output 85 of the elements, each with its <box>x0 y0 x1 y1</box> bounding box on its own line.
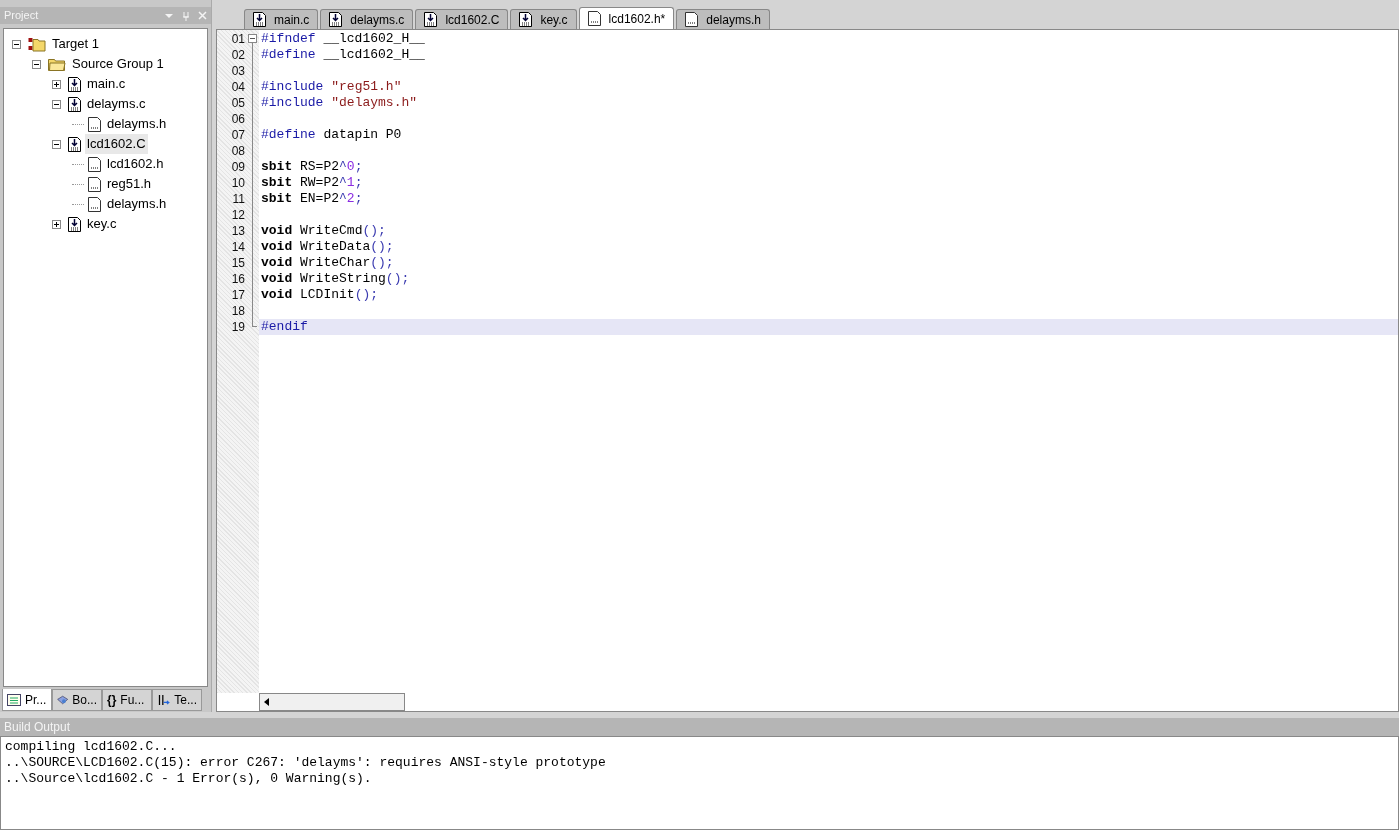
output-title: Build Output <box>4 719 71 736</box>
line-number: 01 <box>230 31 245 48</box>
line-number: 15 <box>230 255 245 272</box>
line-number: 08 <box>230 143 245 160</box>
line-number: 07 <box>230 127 245 144</box>
source-file-icon <box>68 96 81 112</box>
panel-tab[interactable]: Bo... <box>52 689 102 711</box>
collapse-icon[interactable] <box>52 99 61 109</box>
editor-tab[interactable]: lcd1602.h* <box>578 7 675 29</box>
code-line: #ifndef __lcd1602_H__ <box>260 31 426 47</box>
line-number: 19 <box>230 319 245 336</box>
code-line: void WriteString(); <box>260 271 411 287</box>
output-line: ..\SOURCE\LCD1602.C(15): error C267: 'delayms': requires ANSI-style prototype <box>5 755 607 771</box>
line-number: 16 <box>230 271 245 288</box>
collapse-icon[interactable] <box>52 139 61 149</box>
editor-tab[interactable]: delayms.c <box>320 9 414 29</box>
line-number: 10 <box>230 175 245 192</box>
source-file-icon <box>253 12 266 27</box>
source-file-icon <box>424 12 438 27</box>
line-number: 14 <box>230 239 245 256</box>
code-line: #include "delayms.h" <box>260 95 419 111</box>
code-line: #include "reg51.h" <box>260 79 403 95</box>
editor-tab[interactable]: lcd1602.C <box>415 9 509 29</box>
collapse-icon[interactable] <box>12 39 21 49</box>
code-line: #define __lcd1602_H__ <box>260 47 426 63</box>
source-file-icon <box>329 12 343 27</box>
braces-icon: {} <box>107 691 117 709</box>
line-number: 05 <box>230 95 245 112</box>
book-icon <box>57 693 69 707</box>
line-number: 12 <box>230 207 245 224</box>
collapse-icon[interactable] <box>32 59 41 69</box>
tree-item[interactable]: lcd1602.h <box>105 154 166 174</box>
folder-icon <box>48 57 66 71</box>
panel-tab[interactable]: Te... <box>152 689 202 711</box>
panel-title: Project <box>4 8 40 24</box>
source-file-icon <box>68 136 81 152</box>
editor-tab[interactable]: delayms.h <box>676 9 770 29</box>
code-line: #define datapin P0 <box>260 127 403 143</box>
line-number: 13 <box>230 223 245 240</box>
tree-item[interactable]: delayms.h <box>105 114 169 134</box>
code-line: sbit RS=P2^0; <box>260 159 364 175</box>
line-number: 02 <box>230 47 245 64</box>
horizontal-scrollbar[interactable] <box>259 693 405 711</box>
code-line: void WriteData(); <box>260 239 395 255</box>
editor-tab[interactable]: main.c <box>244 9 319 29</box>
editor-tab[interactable]: key.c <box>510 9 577 29</box>
code-line: void WriteChar(); <box>260 255 395 271</box>
tree-item[interactable]: lcd1602.C <box>85 134 148 154</box>
header-file-icon <box>88 196 101 212</box>
output-line: compiling lcd1602.C... <box>5 739 178 755</box>
header-file-icon <box>587 11 601 26</box>
expand-icon[interactable] <box>52 219 61 229</box>
line-number: 09 <box>230 159 245 176</box>
source-file-icon <box>68 216 81 232</box>
tree-item[interactable]: Target 1 <box>50 34 101 54</box>
expand-icon[interactable] <box>52 79 61 89</box>
line-number: 06 <box>230 111 245 128</box>
code-line: sbit EN=P2^2; <box>260 191 364 207</box>
line-number: 17 <box>230 287 245 304</box>
tree-item[interactable]: main.c <box>85 74 128 94</box>
source-file-icon <box>68 76 81 92</box>
panel-tab[interactable]: {} Fu... <box>102 689 152 711</box>
list-icon <box>7 693 21 706</box>
header-file-icon <box>88 156 101 172</box>
code-line: sbit RW=P2^1; <box>260 175 364 191</box>
tree-item[interactable]: delayms.h <box>105 194 169 214</box>
header-file-icon <box>685 12 699 27</box>
line-number: 11 <box>231 191 245 208</box>
header-file-icon <box>88 176 101 192</box>
fold-icon[interactable] <box>247 31 257 47</box>
template-icon <box>157 693 171 707</box>
code-line: void LCDInit(); <box>260 287 380 303</box>
tree-item[interactable]: key.c <box>85 214 119 234</box>
output-line: ..\Source\lcd1602.C - 1 Error(s), 0 Warning(s). <box>5 771 373 787</box>
panel-tab[interactable]: Pr... <box>2 689 52 711</box>
tree-item[interactable]: Source Group 1 <box>70 54 166 74</box>
source-file-icon <box>519 12 533 27</box>
target-icon <box>28 36 46 52</box>
tree-item[interactable]: delayms.c <box>85 94 148 114</box>
line-number: 03 <box>230 63 245 80</box>
code-line: void WriteCmd(); <box>260 223 387 239</box>
header-file-icon <box>88 116 101 132</box>
tree-item[interactable]: reg51.h <box>105 174 154 194</box>
line-number: 04 <box>230 79 245 96</box>
line-number: 18 <box>230 303 245 320</box>
